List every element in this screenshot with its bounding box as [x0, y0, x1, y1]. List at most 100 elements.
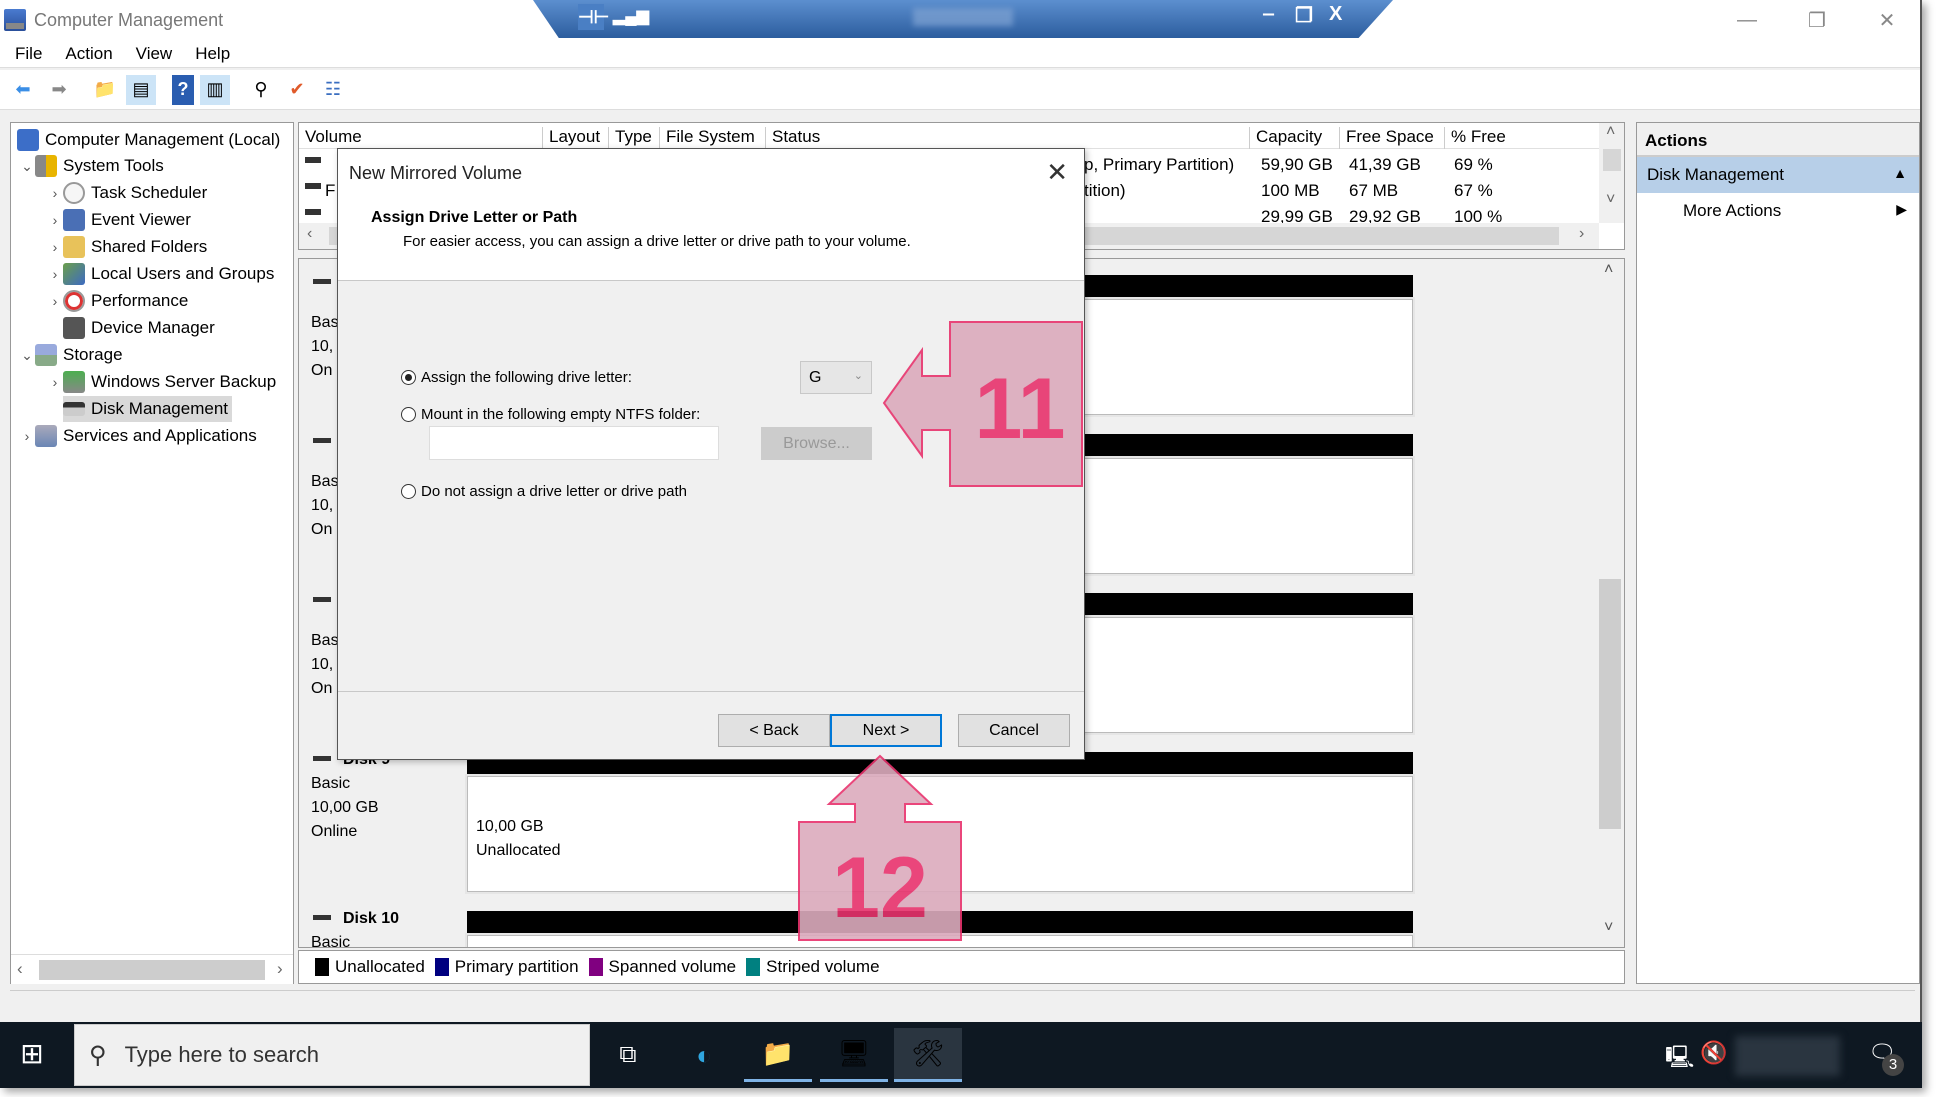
cancel-button[interactable]: Cancel	[958, 714, 1070, 747]
collapse-icon[interactable]: ▲	[1893, 165, 1907, 181]
scrollbar-thumb[interactable]	[39, 960, 265, 980]
action-more-actions[interactable]: More Actions ▶	[1637, 193, 1919, 229]
legend-swatch-spanned-volume	[588, 958, 603, 976]
chevron-down-icon[interactable]: ⌄	[19, 158, 35, 175]
server-manager-icon[interactable]: 🖥	[820, 1028, 888, 1082]
column-type[interactable]: Type	[608, 127, 659, 149]
pin-icon[interactable]: ⊣⊢	[578, 4, 609, 30]
callout-11-arrow: 11	[882, 321, 1083, 487]
tree-item-event-viewer[interactable]: › Event Viewer	[47, 207, 191, 233]
column-capacity[interactable]: Capacity	[1249, 127, 1339, 149]
volume-list-vertical-scrollbar[interactable]: ˄ ˅	[1599, 123, 1624, 223]
dialog-separator	[338, 691, 1084, 692]
tree-item-storage[interactable]: ⌄ Storage	[19, 342, 123, 368]
scroll-up-icon[interactable]: ˄	[1604, 261, 1613, 279]
volume-muted-icon[interactable]: 🔇	[1700, 1040, 1727, 1066]
scroll-right-icon[interactable]: ›	[1579, 225, 1584, 243]
wizard-page-description: For easier access, you can assign a driv…	[403, 233, 911, 250]
tree-horizontal-scrollbar[interactable]: ‹ ›	[11, 954, 293, 984]
drive-letter-dropdown[interactable]: G ⌄	[800, 361, 872, 394]
storage-icon	[35, 344, 57, 366]
next-button[interactable]: Next >	[830, 714, 942, 747]
actions-header: Actions	[1637, 123, 1919, 157]
scroll-left-icon[interactable]: ‹	[17, 959, 23, 979]
properties-icon[interactable]: ☷	[318, 75, 348, 105]
rdp-restore-button[interactable]: ❐	[1295, 3, 1313, 28]
radio-button-selected[interactable]	[401, 370, 416, 385]
chevron-right-icon[interactable]: ›	[47, 239, 63, 255]
back-button[interactable]: < Back	[718, 714, 830, 747]
show-hide-console-tree-icon[interactable]: ▤	[126, 74, 156, 105]
clock-redacted[interactable]	[1735, 1036, 1840, 1076]
scroll-left-icon[interactable]: ‹	[307, 225, 312, 243]
scroll-down-icon[interactable]: ˅	[1606, 191, 1615, 209]
scroll-right-icon[interactable]: ›	[277, 959, 283, 979]
tree-item-task-scheduler[interactable]: › Task Scheduler	[47, 180, 207, 206]
show-hide-action-pane-icon[interactable]: ▥	[200, 74, 230, 105]
tree-item-disk-management[interactable]: Disk Management	[63, 396, 233, 422]
minimize-button[interactable]: —	[1712, 0, 1782, 40]
rdp-close-button[interactable]: X	[1329, 3, 1342, 26]
menu-help[interactable]: Help	[195, 44, 230, 64]
scrollbar-thumb[interactable]	[1599, 579, 1621, 829]
tree-item-performance[interactable]: › Performance	[47, 288, 188, 314]
remote-host-name-redacted	[913, 8, 1013, 26]
taskbar-search-box[interactable]: ⚲ Type here to search	[74, 1024, 590, 1086]
close-button[interactable]: ✕	[1852, 0, 1922, 40]
ntfs-folder-path-input[interactable]	[429, 426, 719, 460]
callout-12-arrow: 12	[798, 754, 962, 941]
menu-view[interactable]: View	[136, 44, 173, 64]
radio-button[interactable]	[401, 407, 416, 422]
tree-item-windows-server-backup[interactable]: › Windows Server Backup	[47, 369, 276, 395]
radio-no-drive-letter[interactable]: Do not assign a drive letter or drive pa…	[401, 483, 687, 500]
chevron-right-icon[interactable]: ›	[47, 266, 63, 282]
radio-mount-ntfs-folder[interactable]: Mount in the following empty NTFS folder…	[401, 406, 700, 423]
column-file-system[interactable]: File System	[659, 127, 765, 149]
rdp-minimize-button[interactable]: ‒	[1263, 3, 1274, 26]
computer-management-taskbar-icon[interactable]: 🛠	[894, 1028, 962, 1082]
chevron-right-icon[interactable]: ›	[47, 212, 63, 228]
tree-item-local-users-and-groups[interactable]: › Local Users and Groups	[47, 261, 274, 287]
windows-start-icon[interactable]: ⊞	[12, 1034, 52, 1074]
tree-item-services-and-applications[interactable]: › Services and Applications	[19, 423, 257, 449]
disk-view-vertical-scrollbar[interactable]: ˄ ˅	[1597, 259, 1623, 947]
restore-button[interactable]: ❐	[1782, 0, 1852, 40]
legend-swatch-primary-partition	[434, 958, 449, 976]
chevron-right-icon[interactable]: ›	[47, 293, 63, 309]
radio-button[interactable]	[401, 484, 416, 499]
menu-file[interactable]: File	[15, 44, 42, 64]
column-volume[interactable]: Volume	[299, 127, 539, 149]
browse-button[interactable]: Browse...	[761, 427, 872, 460]
radio-assign-drive-letter[interactable]: Assign the following drive letter:	[401, 369, 632, 386]
toolbar: ⬅ ➡ 📁 ▤ ? ▥ ⚲ ✔ ☷	[0, 70, 1920, 110]
column-free-space[interactable]: Free Space	[1339, 127, 1444, 149]
chevron-right-icon[interactable]: ›	[19, 428, 35, 444]
help-icon[interactable]: ?	[172, 74, 194, 105]
column-status[interactable]: Status	[765, 127, 1224, 149]
network-icon[interactable]: 🖳	[1665, 1040, 1694, 1078]
forward-arrow-icon[interactable]: ➡	[44, 75, 74, 105]
column-percent-free[interactable]: % Free	[1444, 127, 1584, 149]
dialog-close-button[interactable]: ✕	[1046, 157, 1068, 188]
chevron-right-icon[interactable]: ›	[47, 374, 63, 390]
file-explorer-icon[interactable]: 📁	[744, 1028, 812, 1082]
chevron-down-icon[interactable]: ⌄	[19, 347, 35, 364]
scroll-up-icon[interactable]: ˄	[1606, 123, 1615, 141]
scroll-down-icon[interactable]: ˅	[1604, 919, 1613, 937]
actions-section-disk-management[interactable]: Disk Management ▲	[1637, 157, 1919, 193]
tree-item-device-manager[interactable]: Device Manager	[47, 315, 215, 341]
back-arrow-icon[interactable]: ⬅	[8, 75, 38, 105]
menu-action[interactable]: Action	[65, 44, 112, 64]
tree-item-system-tools[interactable]: ⌄ System Tools	[19, 153, 164, 179]
task-view-icon[interactable]: ⧉	[594, 1028, 662, 1082]
column-layout[interactable]: Layout	[542, 127, 608, 149]
checklist-icon[interactable]: ✔	[282, 75, 312, 105]
edge-browser-icon[interactable]: ◐	[670, 1028, 738, 1082]
tree-item-computer-management-local[interactable]: Computer Management (Local)	[17, 127, 280, 153]
scrollbar-thumb[interactable]	[1603, 149, 1621, 171]
connect-icon[interactable]: ⚲	[246, 75, 276, 105]
tree-item-shared-folders[interactable]: › Shared Folders	[47, 234, 207, 260]
chevron-right-icon[interactable]: ›	[47, 185, 63, 201]
event-log-icon	[63, 209, 85, 231]
up-folder-icon[interactable]: 📁	[90, 75, 120, 105]
